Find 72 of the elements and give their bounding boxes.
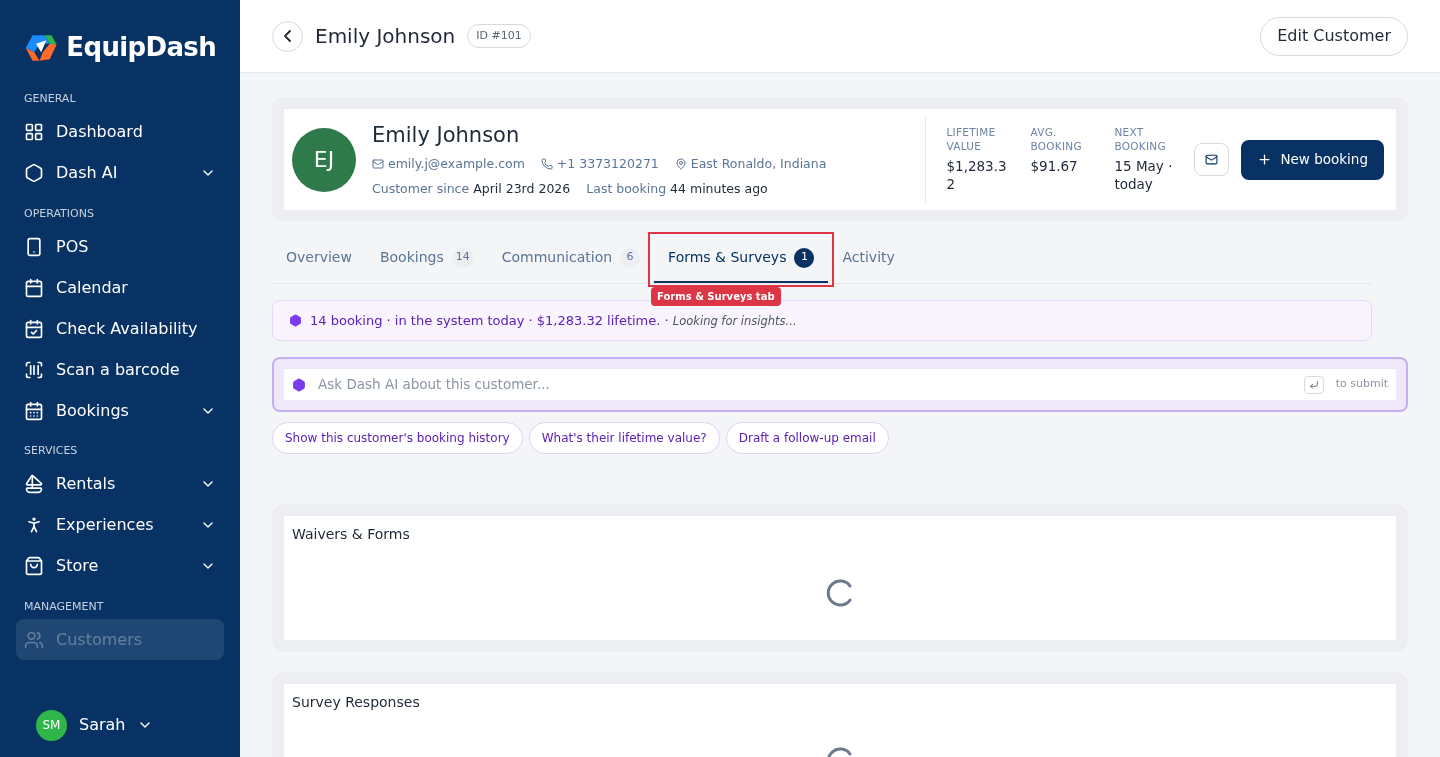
sidebar-item[interactable]: Store (16, 545, 224, 587)
hexagon-icon (289, 314, 302, 327)
section-heading: MANAGEMENT (24, 598, 105, 615)
grid-icon (24, 122, 44, 142)
location-icon (674, 157, 687, 170)
suggestion-chip[interactable]: What's their lifetime value? (528, 422, 720, 454)
stat-label: LIFETIME VALUE (946, 124, 997, 153)
enter-key-icon (1308, 379, 1319, 390)
count-badge: 1 (794, 247, 815, 268)
stat-label: AVG. BOOKING (1030, 124, 1083, 153)
last-booking-label: Last booking (586, 180, 667, 199)
sidebar-item[interactable]: Experiences (16, 504, 224, 546)
customer-name: Emily Johnson (372, 122, 521, 149)
hexagon-icon (24, 163, 44, 183)
section-heading: OPERATIONS (24, 205, 95, 222)
customer-phone: +1 3373120271 (556, 154, 659, 173)
sidebar-item[interactable]: Dashboard (16, 111, 224, 153)
sailboat-icon (24, 474, 44, 494)
ask-input[interactable]: Ask Dash AI about this customer... (318, 374, 1292, 395)
plus-icon (1257, 152, 1273, 167)
mail-icon (1205, 153, 1219, 166)
tab[interactable]: Activity (828, 234, 909, 283)
sidebar-item[interactable]: Check Availability (16, 308, 224, 349)
last-booking-value: 44 minutes ago (670, 180, 768, 199)
terminal-icon (24, 236, 44, 257)
calendar-icon (24, 277, 44, 298)
suggestion-chip[interactable]: Draft a follow-up email (725, 422, 889, 454)
customer-email: emily.j@example.com (388, 154, 525, 173)
section-title: Survey Responses (292, 693, 421, 712)
edit-customer-button[interactable]: Edit Customer (1260, 16, 1408, 56)
calendar-icon (24, 400, 44, 421)
user-avatar: SM (36, 709, 67, 741)
section-heading: GENERAL (24, 91, 77, 107)
mail-icon (372, 157, 384, 170)
phone-icon (540, 157, 553, 170)
suggestion-chip[interactable]: Show this customer's booking history (272, 422, 523, 454)
since-label: Customer since (372, 180, 470, 199)
count-badge: 14 (451, 247, 474, 268)
customer-location: East Ronaldo, Indiana (690, 154, 827, 173)
tab[interactable]: Bookings 14 (365, 234, 488, 283)
sidebar-item[interactable]: Dash AI (16, 152, 224, 194)
email-button[interactable] (1194, 143, 1230, 176)
sidebar-item[interactable]: POS (16, 226, 224, 267)
back-icon (284, 30, 291, 42)
calendar-check-icon (24, 318, 44, 339)
page-title: Emily Johnson (315, 23, 456, 50)
new-booking-button[interactable]: New booking (1241, 139, 1384, 180)
sidebar-item[interactable]: Calendar (16, 267, 224, 308)
section-heading: SERVICES (24, 443, 79, 459)
users-icon (24, 629, 44, 650)
submit-hint: to submit (1335, 376, 1388, 393)
brand-name: EquipDash (66, 31, 216, 64)
customer-avatar: EJ (292, 127, 356, 192)
annotation-label: Forms & Surveys tab (651, 287, 781, 306)
barcode-scan-icon (24, 359, 44, 380)
count-badge: 6 (620, 247, 641, 268)
sidebar-item[interactable]: Bookings (16, 390, 224, 431)
stat-value: 15 May · today (1114, 156, 1174, 193)
stat-label: NEXT BOOKING (1114, 124, 1167, 153)
sidebar-item[interactable]: Rentals (16, 463, 224, 505)
tab[interactable]: Forms & Surveys 1 (654, 234, 829, 283)
tab[interactable]: Communication 6 (487, 234, 655, 283)
bag-icon (24, 556, 44, 576)
insight-text: 14 booking · in the system today · $1,283.32 lifetime. · Looking for insights... (310, 311, 797, 330)
since-value: April 23rd 2026 (473, 180, 571, 199)
stat-value: $1,283.32 (946, 156, 1008, 193)
sidebar-item[interactable]: Scan a barcode (16, 349, 224, 390)
tab[interactable]: Overview (272, 234, 366, 283)
user-name: Sarah (79, 714, 126, 736)
section-title: Waivers & Forms (292, 525, 411, 544)
hexagon-icon (292, 377, 306, 392)
stat-value: $91.67 (1030, 156, 1079, 175)
